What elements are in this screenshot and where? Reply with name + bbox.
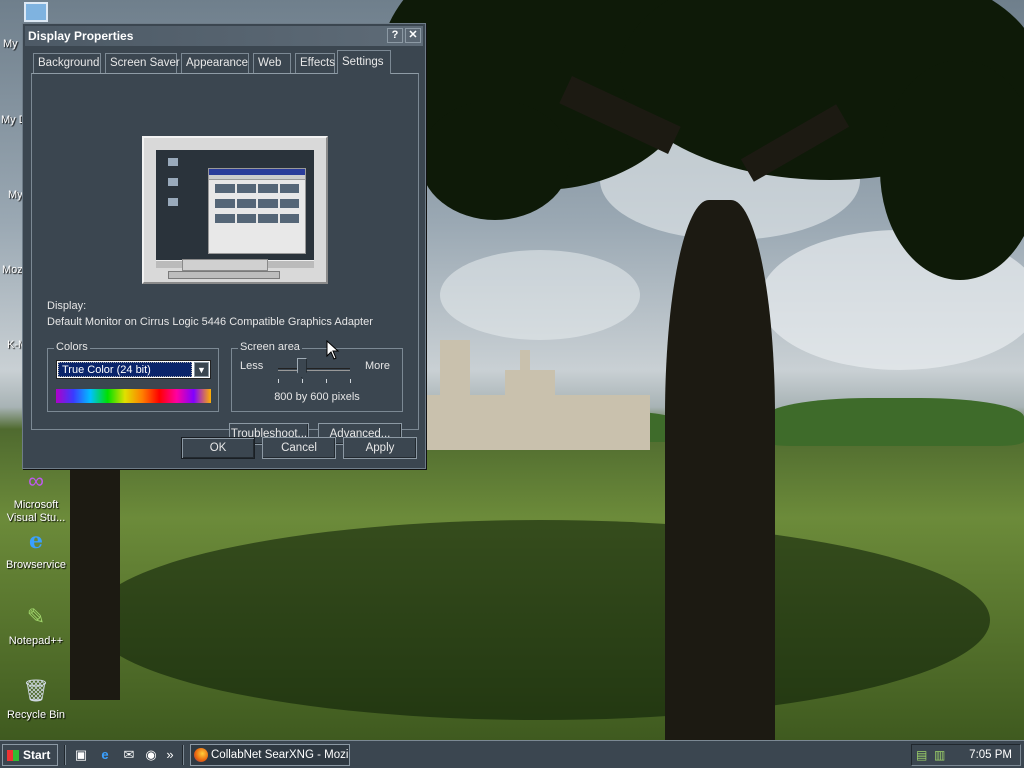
display-tray-icon[interactable]: ▥: [934, 748, 948, 762]
tab-screen-saver[interactable]: Screen Saver: [105, 53, 180, 73]
recycle-bin-icon: 🗑: [22, 678, 50, 703]
screen-area-group: Screen area Less More 800 by 600 pixels: [231, 341, 403, 412]
screen-area-slider-track[interactable]: [278, 368, 350, 371]
desktop-icon-browservice[interactable]: e Browservice: [1, 526, 71, 572]
tab-appearance[interactable]: Appearance: [181, 53, 249, 73]
apply-button[interactable]: Apply: [343, 437, 417, 459]
taskbar-separator: [64, 745, 66, 765]
desktop-edge-label-1[interactable]: My: [3, 38, 18, 50]
visual-studio-icon: ∞: [28, 468, 44, 493]
windows-media-icon[interactable]: ◉: [142, 746, 160, 764]
taskbar: Start ▣ e ✉ ◉ » CollabNet SearXNG - Mozi…: [0, 740, 1024, 768]
dialog-titlebar[interactable]: Display Properties ? ✕: [25, 26, 423, 46]
colors-group-title: Colors: [54, 341, 90, 353]
desktop-icon-label: Browservice: [6, 559, 66, 571]
ok-button[interactable]: OK: [181, 437, 255, 459]
monitor-preview-stand: [182, 259, 268, 271]
colors-select-value: True Color (24 bit): [58, 362, 192, 377]
tab-effects[interactable]: Effects: [295, 53, 335, 73]
tab-web[interactable]: Web: [253, 53, 291, 73]
internet-explorer-quicklaunch-icon[interactable]: e: [96, 746, 114, 764]
slider-tick: [278, 379, 279, 383]
display-properties-dialog: Display Properties ? ✕ Background Screen…: [22, 23, 426, 469]
close-button[interactable]: ✕: [405, 28, 421, 43]
start-button[interactable]: Start: [2, 744, 58, 766]
windows-logo-icon: [7, 750, 19, 761]
screen-area-slider-ticks: [278, 379, 351, 383]
screen-area-less-label: Less: [240, 360, 264, 372]
chevron-down-icon[interactable]: ▼: [194, 362, 209, 377]
notepad-plus-plus-icon: ✎: [26, 604, 46, 629]
show-desktop-icon[interactable]: ▣: [72, 746, 90, 764]
color-spectrum-bar: [56, 389, 211, 403]
internet-explorer-icon: e: [29, 528, 43, 554]
quicklaunch-overflow-icon[interactable]: »: [164, 746, 176, 764]
outlook-express-icon[interactable]: ✉: [120, 746, 138, 764]
desktop-icon-notepad-plus-plus[interactable]: ✎ Notepad++: [1, 602, 71, 648]
mouse-cursor-icon: [326, 340, 340, 360]
tab-background[interactable]: Background: [33, 53, 101, 73]
system-tray: ▤ ▥ 7:05 PM: [911, 744, 1021, 766]
settings-panel: Display: Default Monitor on Cirrus Logic…: [31, 73, 419, 445]
tab-settings[interactable]: Settings: [337, 50, 391, 74]
display-adapter-text: Default Monitor on Cirrus Logic 5446 Com…: [47, 316, 373, 328]
dialog-title: Display Properties: [28, 29, 134, 43]
desktop-icon-recycle-bin[interactable]: 🗑 Recycle Bin: [1, 676, 71, 722]
desktop-icon-top[interactable]: [24, 2, 48, 22]
network-tray-icon[interactable]: ▤: [916, 748, 930, 762]
screen-area-value: 800 by 600 pixels: [274, 391, 360, 403]
preview-desktop-icons: [162, 156, 184, 226]
firefox-icon: [194, 748, 208, 762]
desktop-icon-label: Microsoft: [13, 499, 59, 511]
ok-button-label: OK: [209, 442, 227, 454]
slider-tick: [350, 379, 351, 383]
start-button-label: Start: [23, 748, 51, 762]
slider-tick: [326, 379, 327, 383]
desktop-icon-label-line2: Visual Stu...: [6, 512, 66, 524]
colors-group: Colors True Color (24 bit) ▼: [47, 341, 219, 412]
cancel-button-label: Cancel: [281, 442, 317, 454]
taskbar-item-firefox[interactable]: CollabNet SearXNG - Mozil...: [190, 744, 350, 766]
monitor-preview-base: [168, 271, 280, 279]
desktop-icon-label: Recycle Bin: [6, 709, 66, 721]
help-button[interactable]: ?: [387, 28, 403, 43]
monitor-preview-screen: [156, 150, 314, 268]
clock[interactable]: 7:05 PM: [969, 745, 1012, 765]
screen-area-slider-thumb[interactable]: [296, 358, 307, 378]
display-label: Display:: [47, 300, 87, 312]
desktop-icon-visual-studio[interactable]: ∞ Microsoft Visual Stu...: [1, 466, 71, 525]
apply-button-label: Apply: [365, 442, 395, 454]
screen-area-more-label: More: [364, 360, 390, 372]
slider-tick: [302, 379, 303, 383]
taskbar-separator-2: [182, 745, 184, 765]
preview-window: [208, 168, 306, 254]
taskbar-item-label: CollabNet SearXNG - Mozil...: [211, 749, 350, 761]
colors-select[interactable]: True Color (24 bit) ▼: [56, 360, 211, 379]
desktop-edge-label-4[interactable]: Moz: [2, 264, 23, 276]
cancel-button[interactable]: Cancel: [262, 437, 336, 459]
desktop-icon-label: Notepad++: [8, 635, 64, 647]
screen-area-group-title: Screen area: [238, 341, 302, 353]
desktop-edge-label-3[interactable]: My: [8, 189, 23, 201]
